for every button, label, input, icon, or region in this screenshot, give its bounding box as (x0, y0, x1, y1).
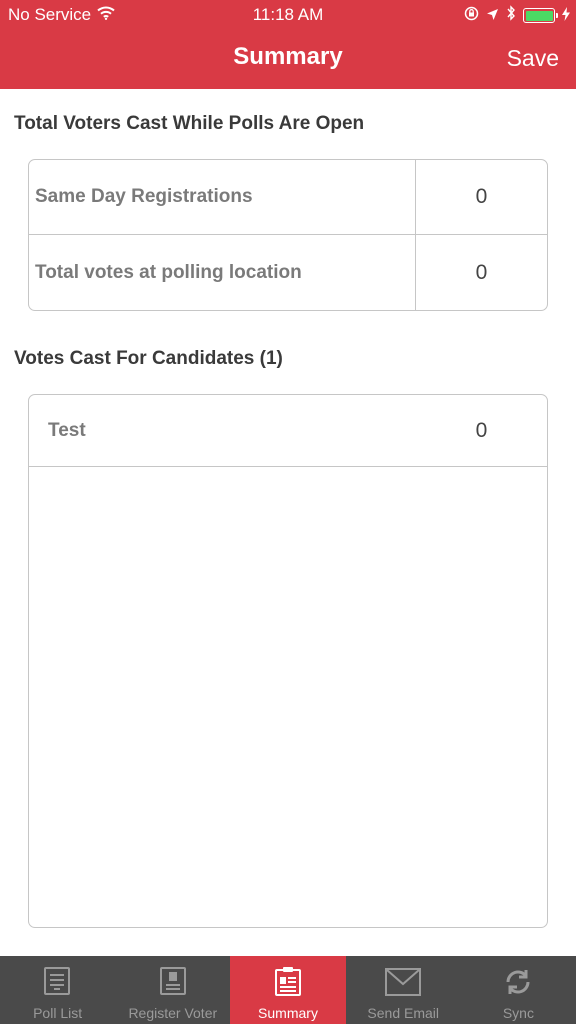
same-day-registrations-value[interactable]: 0 (416, 160, 547, 234)
page-title: Summary (233, 43, 343, 70)
candidate-name: Test (48, 419, 86, 441)
candidate-count[interactable]: 0 (416, 419, 547, 443)
sync-icon (502, 966, 534, 1001)
candidates-table: Test 0 (28, 394, 548, 928)
status-bar: No Service 11:18 AM (0, 0, 576, 30)
list-icon (43, 966, 73, 1001)
tab-label: Send Email (367, 1005, 439, 1021)
status-right (464, 5, 570, 26)
tab-register-voter[interactable]: Register Voter (115, 956, 230, 1024)
tab-sync[interactable]: Sync (461, 956, 576, 1024)
tab-send-email[interactable]: Send Email (346, 956, 461, 1024)
app-header: No Service 11:18 AM Summary Save (0, 0, 576, 89)
tab-label: Summary (258, 1005, 318, 1021)
section-heading-candidates: Votes Cast For Candidates (1) (14, 348, 283, 369)
location-arrow-icon (486, 6, 499, 26)
tab-poll-list[interactable]: Poll List (0, 956, 115, 1024)
save-button[interactable]: Save (507, 45, 559, 72)
tab-label: Poll List (33, 1005, 83, 1021)
tab-bar: Poll List Register Voter Summary Send Em… (0, 956, 576, 1024)
table-row: Same Day Registrations 0 (29, 160, 547, 235)
orientation-lock-icon (464, 6, 479, 26)
section-heading-polls: Total Voters Cast While Polls Are Open (14, 113, 365, 134)
id-badge-icon (158, 966, 188, 1001)
battery-icon (523, 8, 558, 23)
envelope-icon (384, 966, 422, 1001)
clipboard-icon (273, 966, 303, 1001)
candidate-row[interactable]: Test 0 (29, 395, 547, 467)
tab-label: Sync (502, 1005, 534, 1021)
table-row: Total votes at polling location 0 (29, 235, 547, 310)
row-label: Total votes at polling location (29, 235, 416, 310)
polls-totals-table: Same Day Registrations 0 Total votes at … (28, 159, 548, 311)
row-label: Same Day Registrations (29, 160, 416, 234)
tab-label: Register Voter (128, 1005, 218, 1021)
total-votes-value[interactable]: 0 (416, 235, 547, 310)
charging-bolt-icon (562, 6, 570, 26)
tab-summary[interactable]: Summary (230, 956, 346, 1024)
bluetooth-icon (506, 5, 516, 26)
